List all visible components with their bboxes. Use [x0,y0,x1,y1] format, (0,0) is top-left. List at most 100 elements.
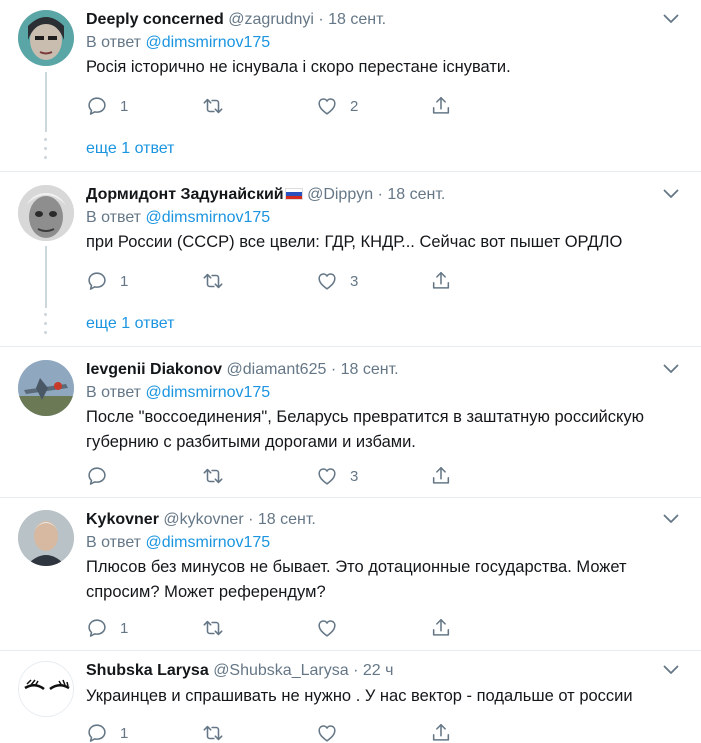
separator-dot: · [377,186,383,203]
reply-button[interactable]: 1 [86,721,128,743]
timestamp[interactable]: 22 ч [363,662,394,679]
reply-icon [86,95,108,117]
more-replies-link[interactable]: еще 1 ответ [86,315,174,333]
timestamp[interactable]: 18 сент. [328,11,386,28]
russia-flag-icon [284,188,303,200]
separator-dot: · [248,511,254,528]
tweet-text: Плюсов без минусов не бывает. Это дотаци… [86,558,627,601]
tweet[interactable]: Shubska Larysa @Shubska_Larysa · 22 ч Ук… [0,651,701,743]
like-count: 2 [350,97,359,115]
retweet-button[interactable] [202,721,236,743]
tweet-actions: 1 2 [86,94,466,118]
reply-count: 1 [120,724,129,742]
author-name[interactable]: Shubska Larysa [86,662,209,679]
chevron-down-icon[interactable] [663,14,679,24]
heart-icon [316,617,338,639]
reply-icon [86,465,108,487]
like-button[interactable] [316,721,350,743]
chevron-down-icon[interactable] [663,514,679,524]
like-button[interactable]: 2 [316,94,358,118]
tweet-actions: 1 [86,616,466,640]
reply-prefix: В ответ [86,34,142,51]
chevron-down-icon[interactable] [663,665,679,675]
avatar[interactable] [18,10,74,66]
tweet-text: Росія історично не існувала і скоро пере… [86,58,511,76]
reply-icon [86,270,108,292]
share-button[interactable] [430,269,452,293]
heart-icon [316,465,338,487]
author-name[interactable]: Deeply concerned [86,11,224,28]
share-button[interactable] [430,721,452,743]
reply-prefix: В ответ [86,384,142,401]
like-button[interactable]: 3 [316,464,358,488]
author-name[interactable]: Ievgenii Diakonov [86,361,222,378]
tweet-actions: 1 3 [86,269,466,293]
separator-dot: · [330,361,337,378]
avatar[interactable] [18,661,74,717]
author-handle[interactable]: @kykovner [163,511,243,528]
retweet-button[interactable] [202,616,236,640]
share-icon [430,465,452,487]
reply-mention[interactable]: @dimsmirnov175 [145,34,270,51]
retweet-button[interactable] [202,464,236,488]
author-name[interactable]: Дормидонт Задунайский [86,186,284,203]
share-icon [430,270,452,292]
reply-prefix: В ответ [86,534,142,551]
tweet[interactable]: Ievgenii Diakonov @diamant625 · 18 сент.… [0,350,701,498]
share-button[interactable] [430,616,452,640]
tweet[interactable]: Kykovner @kykovner · 18 сент. В ответ @d… [0,500,701,651]
author-name[interactable]: Kykovner [86,511,159,528]
reply-button[interactable] [86,464,120,488]
share-button[interactable] [430,464,452,488]
heart-icon [316,270,338,292]
retweet-button[interactable] [202,269,236,293]
author-handle[interactable]: @diamant625 [227,361,327,378]
timestamp[interactable]: 18 сент. [258,511,316,528]
more-dots-icon [43,138,49,162]
reply-mention[interactable]: @dimsmirnov175 [145,384,270,401]
avatar[interactable] [18,510,74,566]
reply-mention[interactable]: @dimsmirnov175 [145,534,270,551]
reply-mention[interactable]: @dimsmirnov175 [145,209,270,226]
reply-context: В ответ @dimsmirnov175 [86,207,681,229]
tweet-text: Украинцев и спрашивать не нужно . У нас … [86,687,633,705]
tweet[interactable]: Deeply concerned @zagrudnyi · 18 сент. В… [0,0,701,125]
tweet[interactable]: Дормидонт Задунайский @Dippyn · 18 сент.… [0,175,701,300]
timestamp[interactable]: 18 сент. [387,186,445,203]
reply-context: В ответ @dimsmirnov175 [86,32,681,54]
more-replies-link[interactable]: еще 1 ответ [86,140,174,158]
reply-icon [86,722,108,743]
chevron-down-icon[interactable] [663,364,679,374]
separator-dot: · [353,662,359,679]
avatar[interactable] [18,185,74,241]
tweet-text: После "воссоединения", Беларусь преврати… [86,408,645,451]
retweet-icon [202,270,224,292]
share-icon [430,722,452,743]
avatar[interactable] [18,360,74,416]
tweet-actions: 1 [86,721,466,743]
retweet-button[interactable] [202,94,236,118]
show-more-replies[interactable]: еще 1 ответ [0,305,701,347]
share-icon [430,617,452,639]
reply-prefix: В ответ [86,209,142,226]
reply-count: 1 [120,272,129,290]
author-handle[interactable]: @Shubska_Larysa [213,662,348,679]
timestamp[interactable]: 18 сент. [341,361,399,378]
like-count: 3 [350,467,359,485]
reply-button[interactable]: 1 [86,269,128,293]
show-more-replies[interactable]: еще 1 ответ [0,130,701,172]
author-handle[interactable]: @zagrudnyi [228,11,314,28]
author-handle[interactable]: @Dippyn [307,186,373,203]
retweet-icon [202,617,224,639]
reply-button[interactable]: 1 [86,94,128,118]
share-icon [430,95,452,117]
like-button[interactable] [316,616,350,640]
reply-button[interactable]: 1 [86,616,128,640]
reply-context: В ответ @dimsmirnov175 [86,382,681,404]
like-button[interactable]: 3 [316,269,358,293]
reply-count: 1 [120,97,129,115]
share-button[interactable] [430,94,452,118]
chevron-down-icon[interactable] [663,189,679,199]
retweet-icon [202,465,224,487]
separator-dot: · [318,11,324,28]
